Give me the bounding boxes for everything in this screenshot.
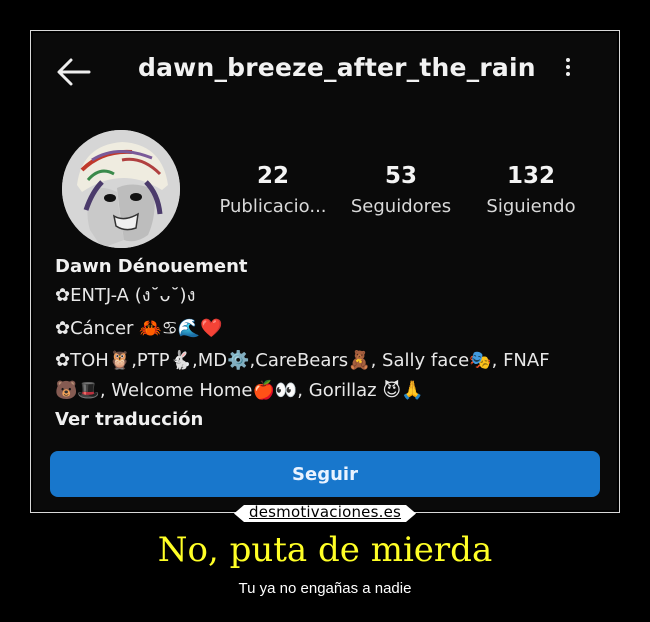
bio-line: ✿ENTJ-A (ง˘ᴗ˘)ง <box>55 285 196 306</box>
bio-line: ✿TOH🦉,PTP🐇,MD⚙️,CareBears🧸, Sally face🎭,… <box>55 350 550 371</box>
bio-line: 🐻🎩, Welcome Home🍎👀, Gorillaz 😈🙏 <box>55 380 424 401</box>
profile-display-name: Dawn Dénouement <box>55 256 248 277</box>
site-watermark: desmotivaciones.es <box>248 503 402 521</box>
poster-title: No, puta de mierda <box>157 530 493 570</box>
profile-username: dawn_breeze_after_the_rain <box>138 53 536 82</box>
more-options-icon[interactable] <box>561 55 575 85</box>
stat-followers[interactable]: 53 Seguidores <box>346 163 456 217</box>
stat-followers-label: Seguidores <box>350 196 452 217</box>
back-arrow-icon[interactable] <box>55 55 93 89</box>
stat-posts[interactable]: 22 Publicacio... <box>213 163 333 217</box>
poster-subtitle: Tu ya no engañas a nadie <box>238 580 412 597</box>
follow-button[interactable]: Seguir <box>50 451 600 497</box>
see-translation-link[interactable]: Ver traducción <box>55 409 203 431</box>
stat-posts-label: Publicacio... <box>219 196 327 217</box>
instagram-profile-screen: dawn_breeze_after_the_rain 22 Publicacio… <box>33 33 617 510</box>
stat-following[interactable]: 132 Siguiendo <box>481 163 581 217</box>
stat-following-count: 132 <box>506 163 555 189</box>
bio-line: ✿Cáncer 🦀♋🌊❤️ <box>55 318 223 339</box>
stat-followers-count: 53 <box>384 163 417 189</box>
stat-following-label: Siguiendo <box>486 196 576 217</box>
profile-avatar[interactable] <box>62 130 180 248</box>
stat-posts-count: 22 <box>256 163 289 189</box>
screenshot-frame: dawn_breeze_after_the_rain 22 Publicacio… <box>30 30 620 513</box>
